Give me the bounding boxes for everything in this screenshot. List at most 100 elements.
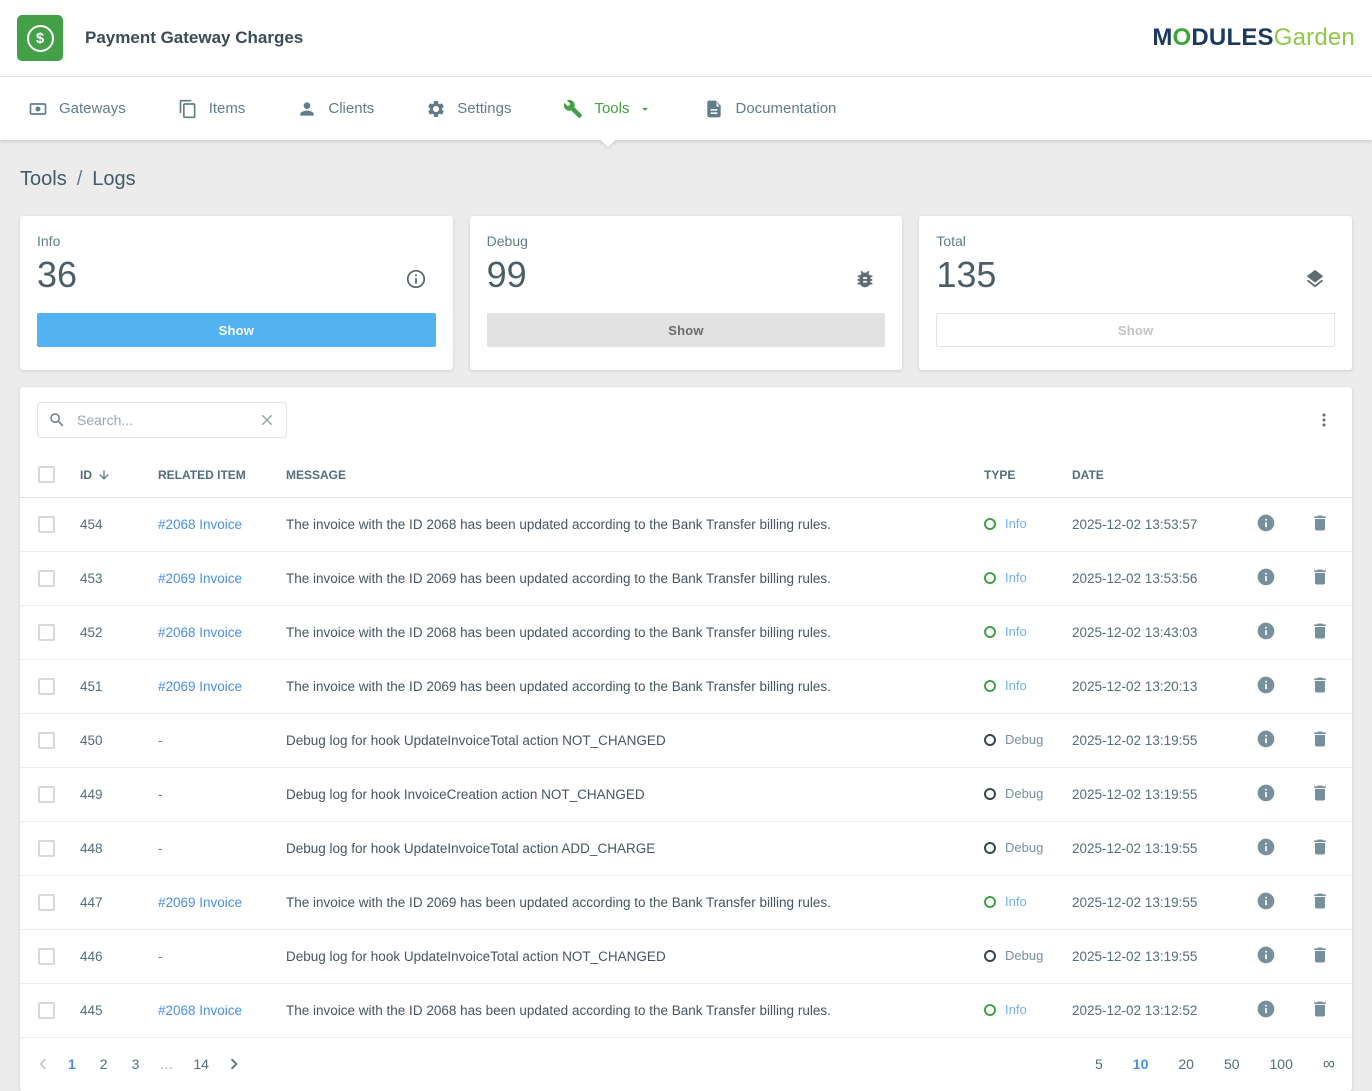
- table-row: 453#2069 InvoiceThe invoice with the ID …: [20, 552, 1352, 606]
- table-row: 447#2069 InvoiceThe invoice with the ID …: [20, 876, 1352, 930]
- row-message: Debug log for hook UpdateInvoiceTotal ac…: [286, 714, 984, 768]
- page-size-option[interactable]: 100: [1270, 1056, 1293, 1072]
- breadcrumb-logs: Logs: [92, 168, 135, 191]
- page-size-option[interactable]: 20: [1178, 1056, 1194, 1072]
- layers-icon: [1304, 268, 1326, 295]
- nav-item-documentation[interactable]: Documentation: [678, 77, 862, 140]
- info-icon[interactable]: [1256, 567, 1276, 587]
- row-id: 451: [80, 660, 158, 714]
- row-checkbox[interactable]: [38, 786, 55, 803]
- table-row: 448-Debug log for hook UpdateInvoiceTota…: [20, 822, 1352, 876]
- info-icon[interactable]: [1256, 837, 1276, 857]
- delete-icon[interactable]: [1310, 891, 1330, 911]
- column-header-id[interactable]: ID: [80, 452, 158, 498]
- page-size-option[interactable]: 10: [1133, 1056, 1149, 1072]
- row-checkbox[interactable]: [38, 894, 55, 911]
- delete-icon[interactable]: [1310, 621, 1330, 641]
- row-related-item-link[interactable]: #2069 Invoice: [158, 895, 242, 910]
- sort-desc-icon: [97, 468, 111, 482]
- delete-icon[interactable]: [1310, 675, 1330, 695]
- delete-icon[interactable]: [1310, 513, 1330, 533]
- search-box[interactable]: [37, 402, 287, 438]
- logo-text-garden: Garden: [1274, 24, 1355, 51]
- table-row: 451#2069 InvoiceThe invoice with the ID …: [20, 660, 1352, 714]
- row-date: 2025-12-02 13:43:03: [1072, 606, 1256, 660]
- row-checkbox[interactable]: [38, 948, 55, 965]
- clear-search-icon[interactable]: [258, 411, 276, 429]
- nav-item-clients[interactable]: Clients: [271, 77, 400, 140]
- delete-icon[interactable]: [1310, 837, 1330, 857]
- row-date: 2025-12-02 13:20:13: [1072, 660, 1256, 714]
- page-size-option[interactable]: 5: [1095, 1056, 1103, 1072]
- row-related-item-link[interactable]: #2069 Invoice: [158, 679, 242, 694]
- row-checkbox[interactable]: [38, 570, 55, 587]
- row-checkbox[interactable]: [38, 840, 55, 857]
- row-type: Debug: [1005, 786, 1043, 801]
- nav-item-settings[interactable]: Settings: [400, 77, 537, 140]
- info-icon[interactable]: [1256, 729, 1276, 749]
- page-number[interactable]: 1: [68, 1056, 76, 1072]
- show-total-button[interactable]: Show: [936, 313, 1335, 347]
- row-message: The invoice with the ID 2068 has been up…: [286, 606, 984, 660]
- row-related-item-link[interactable]: #2068 Invoice: [158, 1003, 242, 1018]
- row-id: 448: [80, 822, 158, 876]
- select-all-checkbox[interactable]: [38, 466, 55, 483]
- page-number[interactable]: 14: [193, 1056, 209, 1072]
- row-related-item-link[interactable]: #2068 Invoice: [158, 517, 242, 532]
- log-table-body: 454#2068 InvoiceThe invoice with the ID …: [20, 498, 1352, 1038]
- delete-icon[interactable]: [1310, 729, 1330, 749]
- row-message: Debug log for hook InvoiceCreation actio…: [286, 768, 984, 822]
- row-related-item-link[interactable]: #2069 Invoice: [158, 571, 242, 586]
- table-row: 446-Debug log for hook UpdateInvoiceTota…: [20, 930, 1352, 984]
- logo-globe: O: [1173, 24, 1192, 51]
- nav-item-gateways[interactable]: Gateways: [2, 77, 152, 140]
- info-icon[interactable]: [1256, 513, 1276, 533]
- stat-label: Total: [936, 233, 1335, 249]
- previous-page-icon[interactable]: [30, 1051, 56, 1077]
- page-size-infinity[interactable]: ∞: [1323, 1054, 1335, 1074]
- type-circle-icon: [984, 896, 996, 908]
- row-checkbox[interactable]: [38, 1002, 55, 1019]
- type-circle-icon: [984, 842, 996, 854]
- show-info-button[interactable]: Show: [37, 313, 436, 347]
- row-checkbox[interactable]: [38, 678, 55, 695]
- show-debug-button[interactable]: Show: [487, 313, 886, 347]
- row-related-item: -: [158, 841, 163, 856]
- stat-label: Debug: [487, 233, 886, 249]
- info-icon[interactable]: [1256, 675, 1276, 695]
- nav-item-items[interactable]: Items: [152, 77, 272, 140]
- page-number[interactable]: 2: [100, 1056, 108, 1072]
- breadcrumb: Tools / Logs: [20, 168, 1352, 191]
- info-icon[interactable]: [1256, 999, 1276, 1019]
- row-checkbox[interactable]: [38, 516, 55, 533]
- nav-label: Clients: [328, 100, 374, 117]
- active-tab-notch: [600, 132, 616, 148]
- row-type: Info: [1005, 678, 1027, 693]
- main-nav: Gateways Items Clients Settings Tools Do…: [0, 77, 1372, 140]
- table-menu-kebab-icon[interactable]: [1310, 406, 1338, 434]
- info-icon[interactable]: [1256, 891, 1276, 911]
- row-checkbox[interactable]: [38, 624, 55, 641]
- page-size-option[interactable]: 50: [1224, 1056, 1240, 1072]
- row-message: The invoice with the ID 2069 has been up…: [286, 552, 984, 606]
- info-icon[interactable]: [1256, 783, 1276, 803]
- delete-icon[interactable]: [1310, 999, 1330, 1019]
- row-checkbox[interactable]: [38, 732, 55, 749]
- column-header-date: DATE: [1072, 452, 1256, 498]
- search-input[interactable]: [75, 411, 249, 429]
- row-date: 2025-12-02 13:19:55: [1072, 930, 1256, 984]
- nav-label: Tools: [594, 100, 629, 117]
- delete-icon[interactable]: [1310, 945, 1330, 965]
- info-icon[interactable]: [1256, 945, 1276, 965]
- nav-item-tools[interactable]: Tools: [537, 77, 678, 140]
- info-icon[interactable]: [1256, 621, 1276, 641]
- row-message: The invoice with the ID 2068 has been up…: [286, 498, 984, 552]
- stat-value: 135: [936, 254, 1335, 296]
- row-related-item: -: [158, 787, 163, 802]
- delete-icon[interactable]: [1310, 567, 1330, 587]
- delete-icon[interactable]: [1310, 783, 1330, 803]
- next-page-icon[interactable]: [221, 1051, 247, 1077]
- breadcrumb-tools[interactable]: Tools: [20, 168, 67, 191]
- row-related-item-link[interactable]: #2068 Invoice: [158, 625, 242, 640]
- page-number[interactable]: 3: [132, 1056, 140, 1072]
